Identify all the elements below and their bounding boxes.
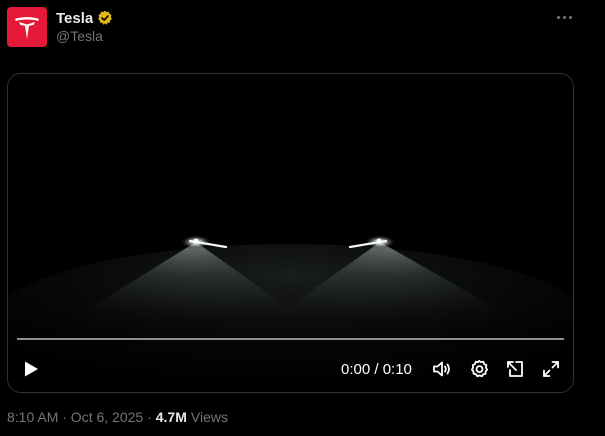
author-handle[interactable]: @Tesla xyxy=(56,28,103,44)
verified-badge-icon[interactable] xyxy=(97,10,113,26)
volume-icon[interactable] xyxy=(431,358,453,380)
pip-icon[interactable] xyxy=(504,358,526,380)
settings-icon[interactable] xyxy=(468,358,490,380)
fullscreen-icon[interactable] xyxy=(540,358,562,380)
play-icon[interactable] xyxy=(20,358,42,380)
views-label: Views xyxy=(190,409,228,425)
author-row: Tesla xyxy=(56,9,113,27)
author-name[interactable]: Tesla xyxy=(56,10,93,27)
video-time: 0:00 / 0:10 xyxy=(341,361,412,378)
views-count: 4.7M xyxy=(155,409,187,425)
video-progress-bar[interactable] xyxy=(17,338,564,340)
avatar[interactable] xyxy=(7,7,47,47)
timestamp[interactable]: 8:10 AM · Oct 6, 2025 · xyxy=(7,409,152,425)
video-frame xyxy=(8,74,573,392)
more-options-icon[interactable] xyxy=(553,8,575,26)
video-player[interactable]: 0:00 / 0:10 xyxy=(7,73,574,393)
tesla-logo-icon xyxy=(15,17,39,39)
tweet-meta: 8:10 AM · Oct 6, 2025 · 4.7M Views xyxy=(7,409,228,425)
video-controls: 0:00 / 0:10 xyxy=(8,350,573,386)
